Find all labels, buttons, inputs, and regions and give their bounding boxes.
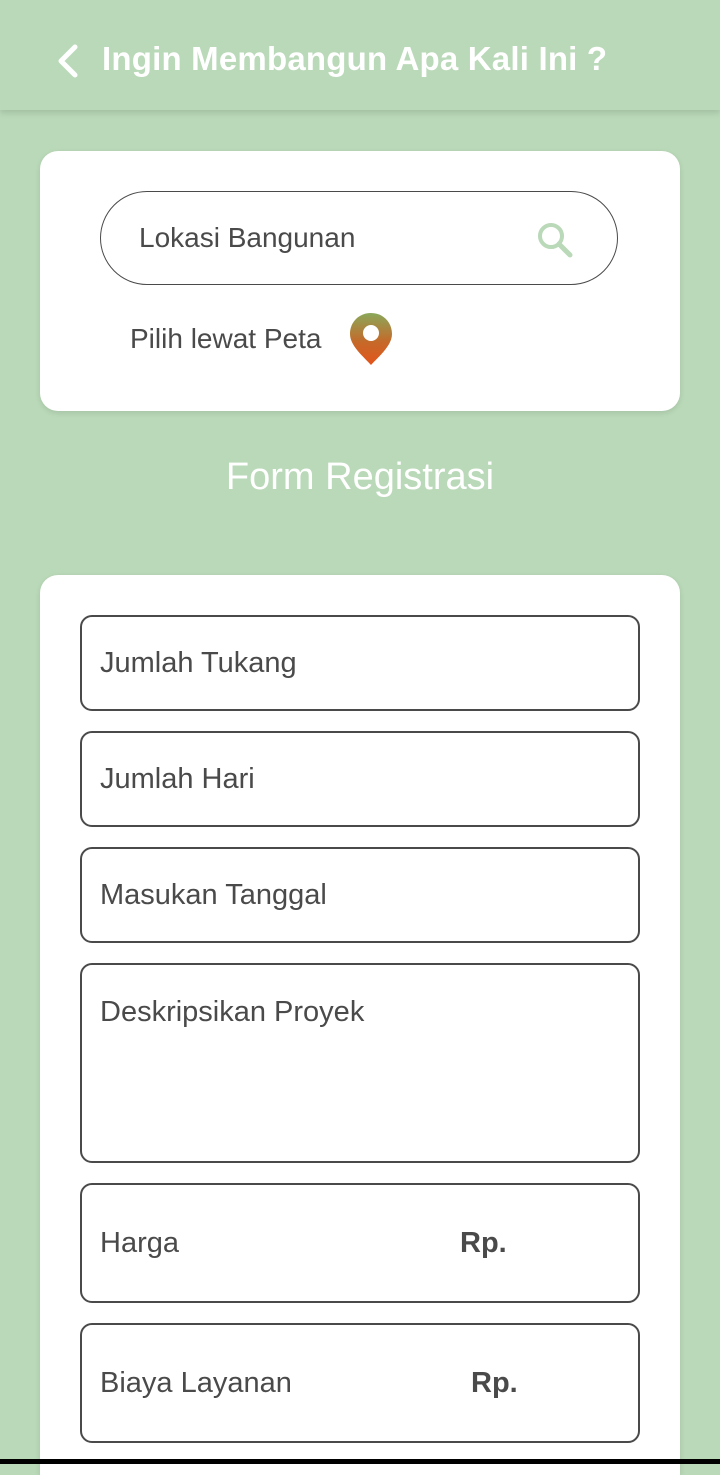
price-field: Harga Rp. xyxy=(80,1183,640,1303)
chevron-left-icon xyxy=(58,44,78,78)
date-field[interactable] xyxy=(80,847,640,943)
days-field[interactable] xyxy=(80,731,640,827)
date-input[interactable] xyxy=(100,849,620,941)
price-label: Harga xyxy=(100,1226,179,1259)
service-fee-label: Biaya Layanan xyxy=(100,1366,292,1399)
service-fee-currency: Rp. xyxy=(471,1366,518,1399)
days-input[interactable] xyxy=(100,733,620,825)
app-bar: Ingin Membangun Apa Kali Ini ? xyxy=(0,0,720,110)
system-bottom-edge xyxy=(0,1459,720,1464)
description-field[interactable] xyxy=(80,963,640,1163)
location-card: Pilih lewat Peta xyxy=(40,151,680,411)
workers-input[interactable] xyxy=(100,617,620,709)
search-icon[interactable] xyxy=(535,220,575,260)
workers-field[interactable] xyxy=(80,615,640,711)
service-fee-field: Biaya Layanan Rp. xyxy=(80,1323,640,1443)
page-title: Ingin Membangun Apa Kali Ini ? xyxy=(102,40,608,77)
choose-on-map-button[interactable]: Pilih lewat Peta xyxy=(130,311,395,367)
location-search-input[interactable] xyxy=(139,192,519,283)
registration-form-card: Harga Rp. Biaya Layanan Rp. xyxy=(40,575,680,1475)
form-title: Form Registrasi xyxy=(225,456,495,498)
map-pin-icon[interactable] xyxy=(347,311,395,367)
price-currency: Rp. xyxy=(460,1226,507,1259)
location-search-box[interactable] xyxy=(100,191,618,285)
back-button[interactable] xyxy=(44,36,92,86)
choose-on-map-label: Pilih lewat Peta xyxy=(130,323,322,354)
description-textarea[interactable] xyxy=(100,995,620,1145)
